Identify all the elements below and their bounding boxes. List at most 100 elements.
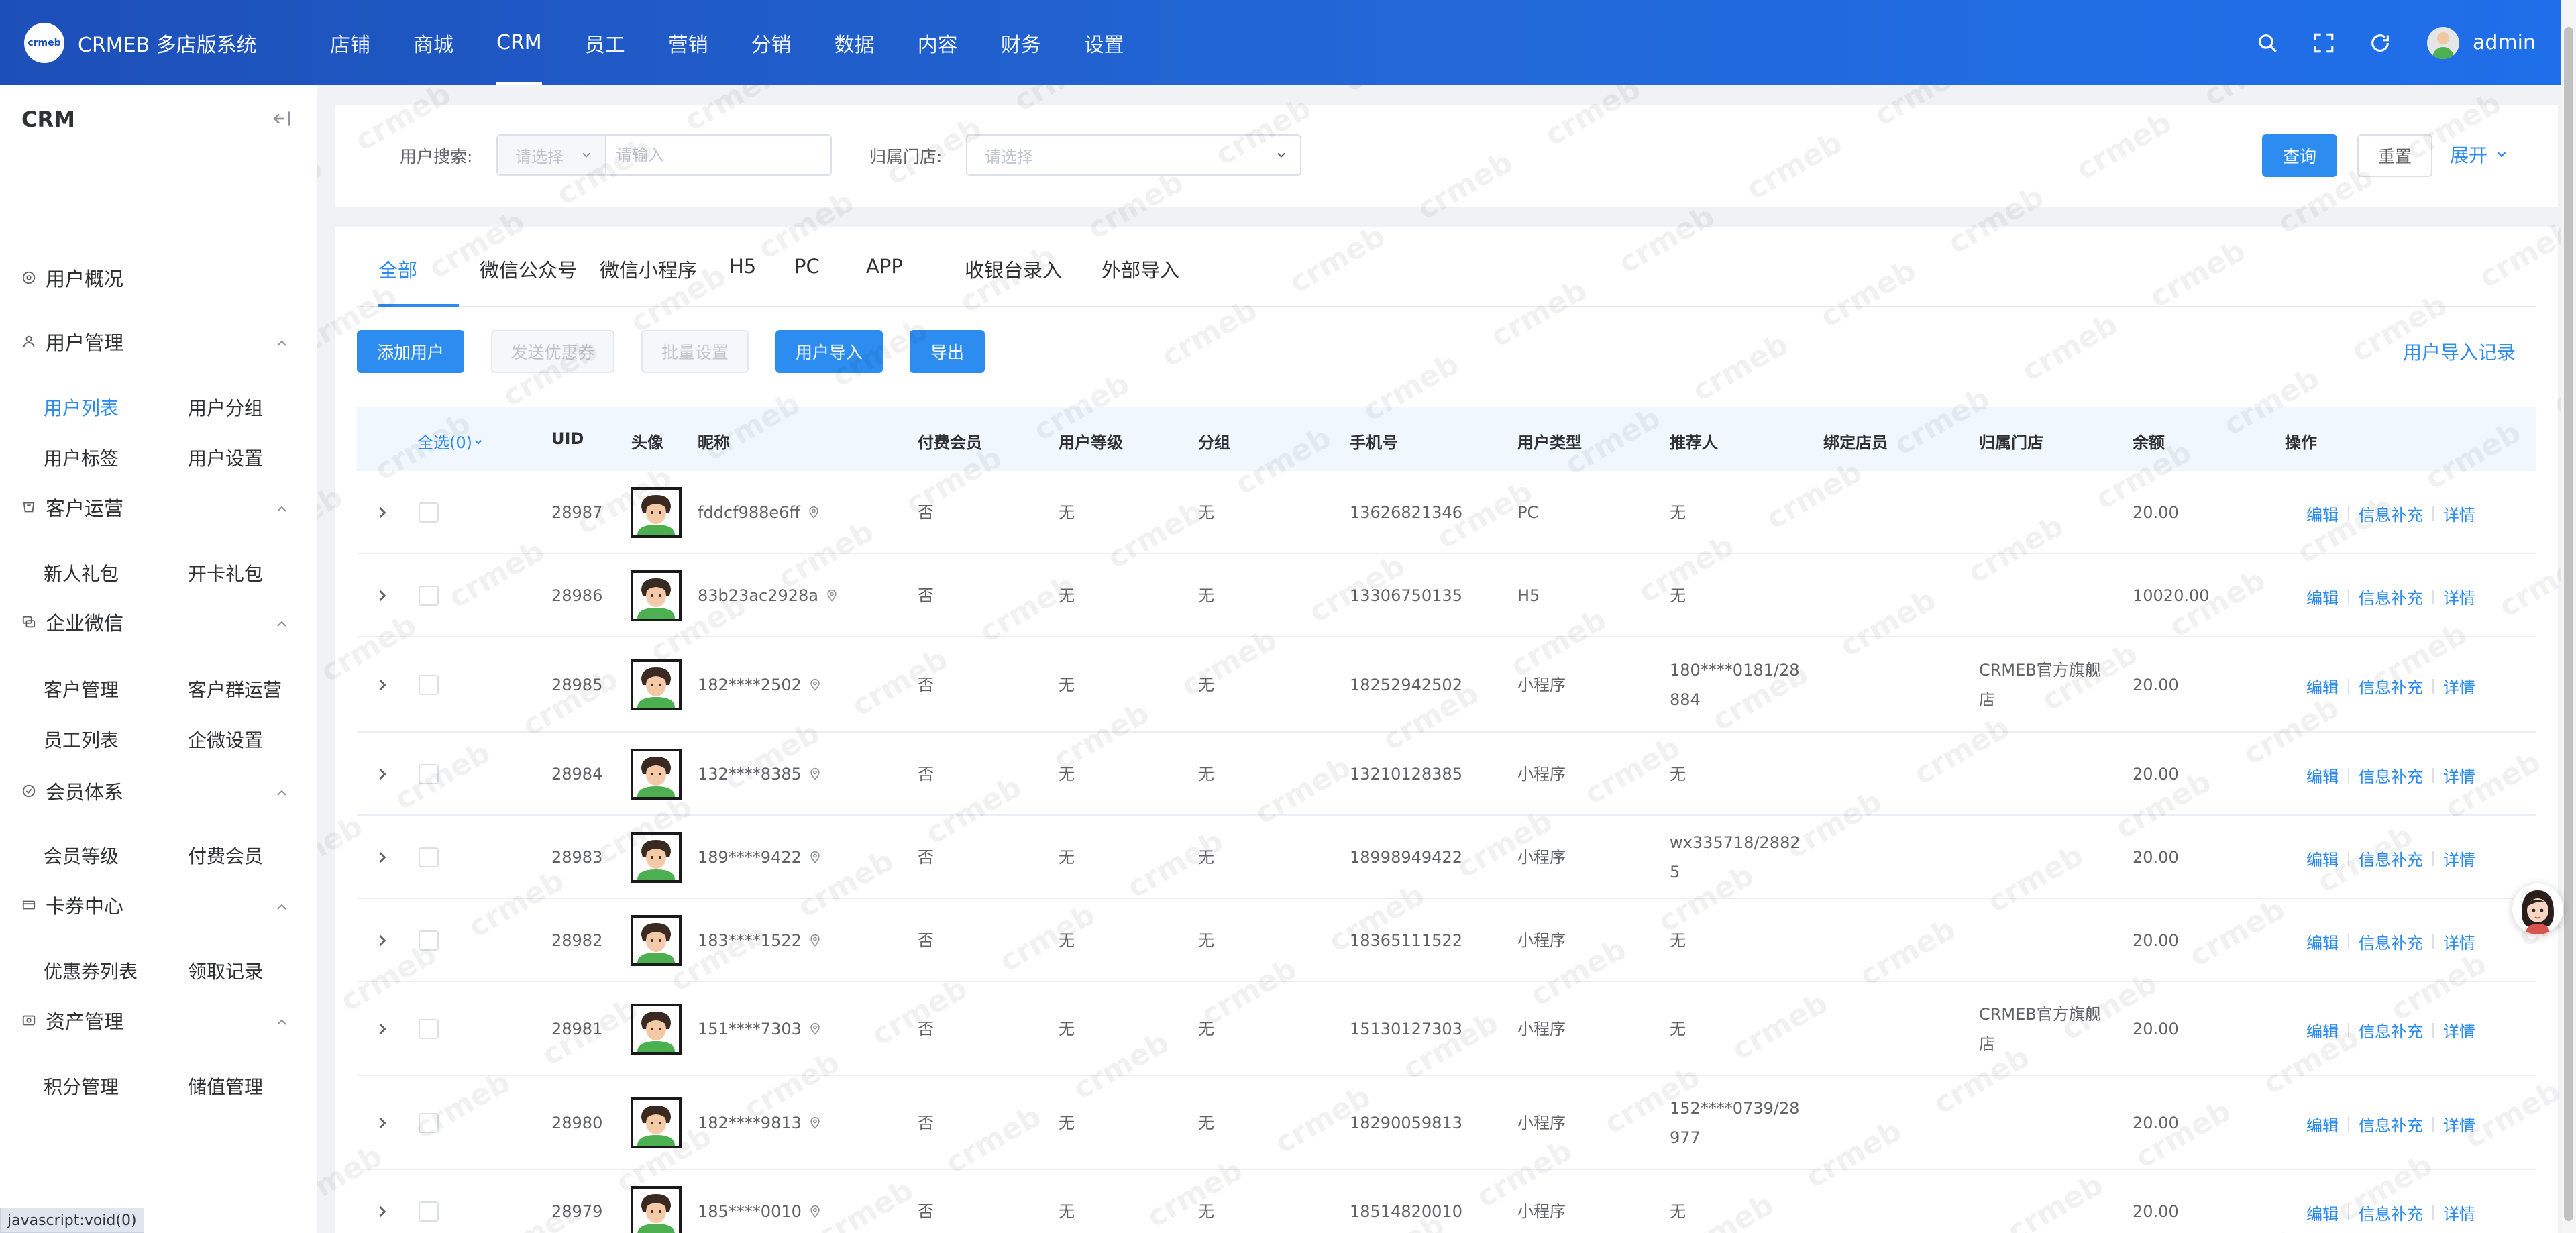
user-name[interactable]: admin — [2473, 31, 2536, 54]
detail-link[interactable]: 详情 — [2443, 847, 2475, 870]
tab-0[interactable]: 全部 — [378, 255, 417, 283]
user-search-input[interactable] — [605, 134, 832, 176]
sidebar-item-6-1[interactable]: 储值管理 — [188, 1073, 263, 1100]
customer-service-avatar[interactable] — [2512, 883, 2563, 934]
detail-link[interactable]: 详情 — [2443, 930, 2475, 953]
sidebar-item-1-3[interactable]: 用户设置 — [188, 444, 263, 471]
sidebar-item-3-1[interactable]: 客户群运营 — [188, 676, 282, 702]
sidebar-group-3[interactable]: 企业微信 — [21, 607, 290, 637]
sidebar-group-0[interactable]: 用户概况 — [21, 263, 290, 292]
edit-link[interactable]: 编辑 — [2306, 763, 2339, 787]
search-icon[interactable] — [2254, 30, 2281, 56]
edit-link[interactable]: 编辑 — [2306, 1112, 2339, 1136]
sidebar-item-4-0[interactable]: 会员等级 — [44, 842, 119, 869]
tab-1[interactable]: 微信公众号 — [480, 255, 577, 283]
collapse-sidebar-icon[interactable] — [271, 108, 292, 129]
sidebar-group-5[interactable]: 卡券中心 — [21, 890, 290, 920]
user-avatar[interactable] — [2427, 26, 2459, 59]
nav-item-7[interactable]: 内容 — [896, 0, 979, 85]
nav-item-0[interactable]: 店铺 — [309, 0, 392, 85]
user-search-type-select[interactable]: 请选择 — [496, 134, 606, 176]
nav-item-4[interactable]: 营销 — [647, 0, 730, 85]
edit-link[interactable]: 编辑 — [2306, 930, 2339, 953]
row-checkbox[interactable] — [419, 1113, 439, 1133]
nav-item-9[interactable]: 设置 — [1063, 0, 1146, 85]
scrollbar-thumb[interactable] — [2564, 27, 2573, 1221]
row-checkbox[interactable] — [419, 586, 439, 606]
sidebar-group-1[interactable]: 用户管理 — [21, 327, 290, 356]
reset-button[interactable]: 重置 — [2357, 134, 2432, 177]
row-checkbox[interactable] — [419, 502, 439, 523]
expand-row-icon[interactable] — [373, 765, 392, 784]
info-supplement-link[interactable]: 信息补充 — [2359, 1201, 2423, 1224]
expand-row-icon[interactable] — [373, 503, 392, 522]
row-checkbox[interactable] — [419, 1019, 439, 1039]
sidebar-group-6[interactable]: 资产管理 — [21, 1006, 290, 1035]
expand-row-icon[interactable] — [373, 931, 392, 950]
sidebar-item-2-0[interactable]: 新人礼包 — [44, 559, 119, 586]
import-records-link[interactable]: 用户导入记录 — [2403, 338, 2516, 365]
refresh-icon[interactable] — [2367, 30, 2394, 56]
sidebar-group-2[interactable]: 客户运营 — [21, 492, 290, 522]
edit-link[interactable]: 编辑 — [2306, 502, 2339, 525]
sidebar-item-6-0[interactable]: 积分管理 — [44, 1073, 119, 1100]
add-user-button[interactable]: 添加用户 — [357, 330, 464, 373]
expand-row-icon[interactable] — [373, 1202, 392, 1221]
nav-item-5[interactable]: 分销 — [730, 0, 813, 85]
detail-link[interactable]: 详情 — [2443, 1201, 2475, 1224]
info-supplement-link[interactable]: 信息补充 — [2359, 930, 2423, 953]
import-users-button[interactable]: 用户导入 — [775, 330, 883, 373]
edit-link[interactable]: 编辑 — [2306, 674, 2339, 698]
query-button[interactable]: 查询 — [2262, 134, 2337, 177]
detail-link[interactable]: 详情 — [2443, 763, 2475, 787]
info-supplement-link[interactable]: 信息补充 — [2359, 847, 2423, 870]
edit-link[interactable]: 编辑 — [2306, 847, 2339, 870]
sidebar-item-4-1[interactable]: 付费会员 — [188, 842, 263, 869]
nav-item-3[interactable]: 员工 — [564, 0, 647, 85]
detail-link[interactable]: 详情 — [2443, 1018, 2475, 1042]
sidebar-item-1-2[interactable]: 用户标签 — [44, 444, 119, 471]
sidebar-item-1-1[interactable]: 用户分组 — [188, 394, 263, 421]
tab-5[interactable]: APP — [866, 255, 903, 278]
store-select[interactable]: 请选择 — [966, 134, 1301, 176]
nav-item-6[interactable]: 数据 — [813, 0, 896, 85]
info-supplement-link[interactable]: 信息补充 — [2359, 1112, 2423, 1136]
expand-row-icon[interactable] — [373, 848, 392, 867]
row-checkbox[interactable] — [419, 847, 439, 867]
sidebar-item-3-2[interactable]: 员工列表 — [44, 726, 119, 753]
tab-6[interactable]: 收银台录入 — [965, 255, 1062, 283]
nav-item-2[interactable]: CRM — [475, 0, 564, 85]
info-supplement-link[interactable]: 信息补充 — [2359, 585, 2423, 608]
detail-link[interactable]: 详情 — [2443, 502, 2475, 525]
row-checkbox[interactable] — [419, 764, 439, 784]
batch-settings-button[interactable]: 批量设置 — [641, 330, 749, 373]
expand-row-icon[interactable] — [373, 1020, 392, 1038]
expand-row-icon[interactable] — [373, 1114, 392, 1132]
row-checkbox[interactable] — [419, 1201, 439, 1222]
export-button[interactable]: 导出 — [910, 330, 985, 373]
sidebar-item-2-1[interactable]: 开卡礼包 — [188, 559, 263, 586]
expand-link[interactable]: 展开 — [2450, 141, 2509, 168]
tab-2[interactable]: 微信小程序 — [600, 255, 697, 283]
detail-link[interactable]: 详情 — [2443, 585, 2475, 608]
detail-link[interactable]: 详情 — [2443, 1112, 2475, 1136]
info-supplement-link[interactable]: 信息补充 — [2359, 763, 2423, 787]
logo[interactable]: crmeb CRMEB 多店版系统 — [24, 23, 257, 63]
edit-link[interactable]: 编辑 — [2306, 1201, 2339, 1224]
edit-link[interactable]: 编辑 — [2306, 1018, 2339, 1042]
info-supplement-link[interactable]: 信息补充 — [2359, 674, 2423, 698]
edit-link[interactable]: 编辑 — [2306, 585, 2339, 608]
detail-link[interactable]: 详情 — [2443, 674, 2475, 698]
tab-7[interactable]: 外部导入 — [1102, 255, 1179, 283]
expand-row-icon[interactable] — [373, 676, 392, 694]
fullscreen-icon[interactable] — [2310, 30, 2337, 56]
sidebar-item-5-0[interactable]: 优惠券列表 — [44, 957, 138, 984]
page-scrollbar[interactable] — [2561, 0, 2576, 1233]
send-coupon-button[interactable]: 发送优惠券 — [491, 330, 614, 373]
sidebar-item-3-0[interactable]: 客户管理 — [44, 676, 119, 702]
nav-item-1[interactable]: 商城 — [392, 0, 475, 85]
sidebar-item-3-3[interactable]: 企微设置 — [188, 726, 263, 753]
info-supplement-link[interactable]: 信息补充 — [2359, 1018, 2423, 1042]
nav-item-8[interactable]: 财务 — [979, 0, 1063, 85]
expand-row-icon[interactable] — [373, 586, 392, 605]
